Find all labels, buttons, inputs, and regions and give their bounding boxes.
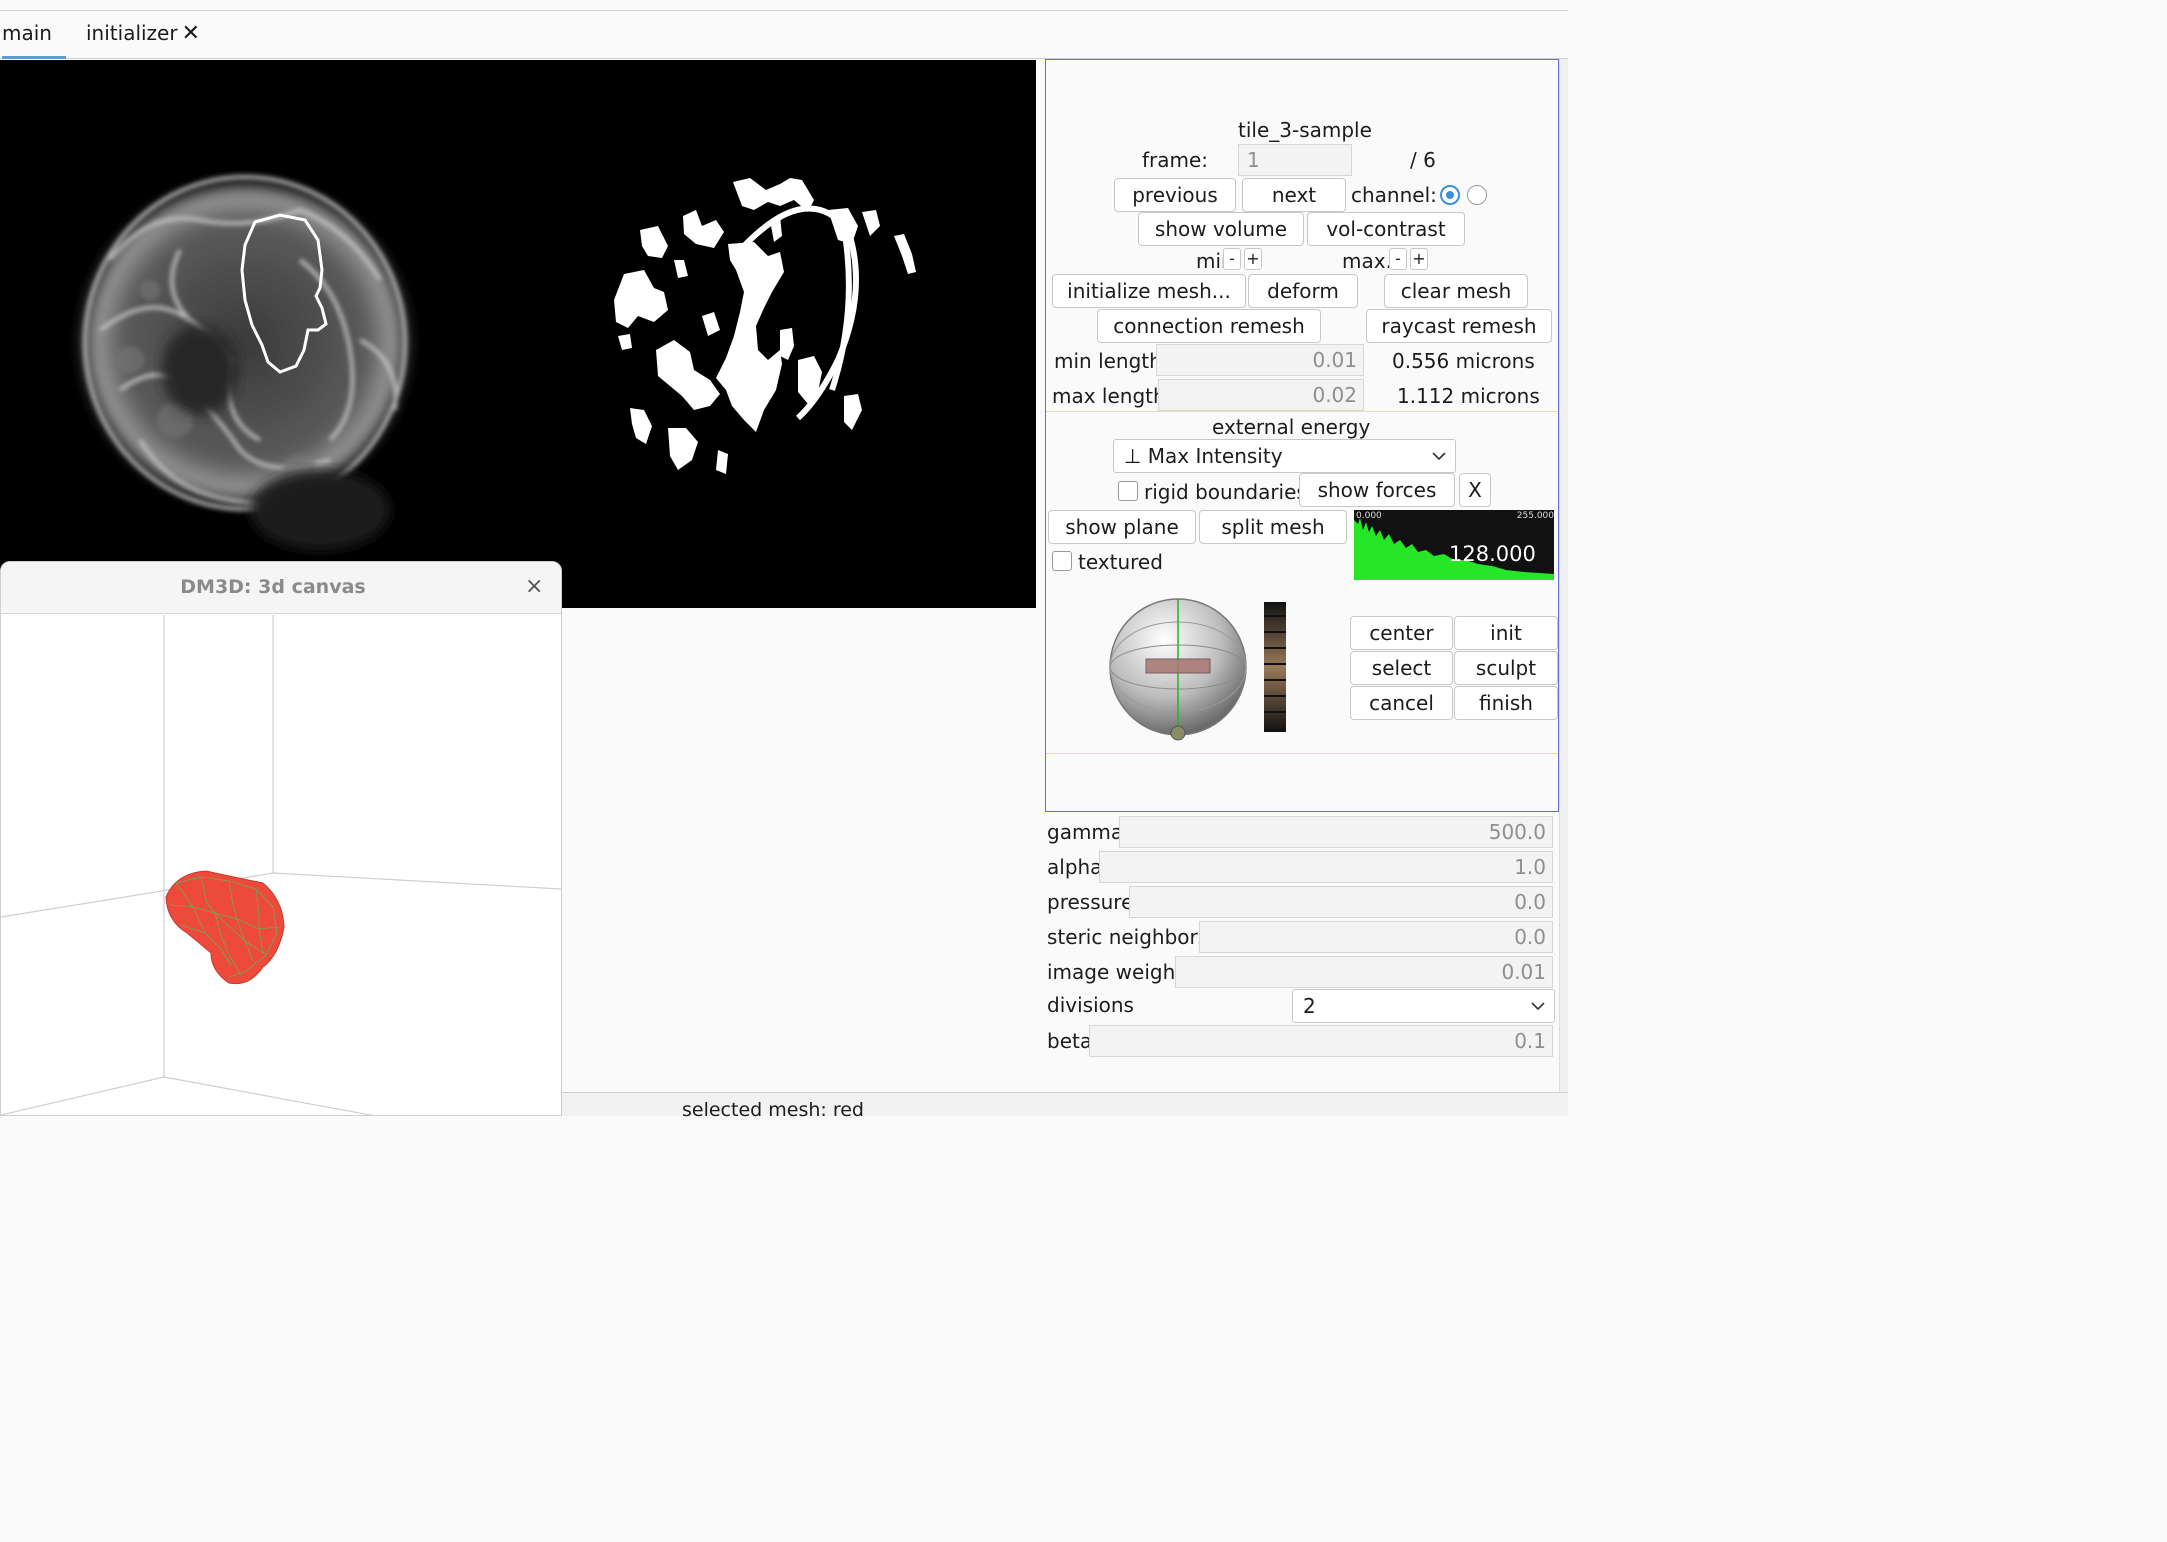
rigid-boundaries-label: rigid boundaries xyxy=(1144,480,1307,504)
max-length-label: max length xyxy=(1052,384,1166,408)
frame-label: frame: xyxy=(1142,148,1209,172)
center-button[interactable]: center xyxy=(1350,616,1453,650)
intensity-histogram[interactable]: 0.000 255.000 128.000 xyxy=(1354,510,1554,580)
param-label: pressure xyxy=(1047,890,1134,914)
separator xyxy=(1046,411,1558,412)
split-mesh-button[interactable]: split mesh xyxy=(1199,510,1347,544)
tab-initializer[interactable]: initializer ✕ xyxy=(86,21,200,59)
beta-field[interactable]: 0.1 xyxy=(1089,1025,1553,1057)
param-row-pressure: pressure 0.0 xyxy=(1047,886,1559,918)
histogram-max-label: 255.000 xyxy=(1516,511,1554,521)
param-row-image-weight: image weight 0.01 xyxy=(1047,956,1559,988)
max-decrease-button[interactable]: - xyxy=(1389,248,1407,270)
tab-initializer-label: initializer xyxy=(86,21,178,45)
connection-remesh-button[interactable]: connection remesh xyxy=(1097,309,1321,343)
image-view-panel[interactable] xyxy=(0,60,1036,608)
channel-radio-1[interactable] xyxy=(1440,185,1460,205)
param-row-beta: beta 0.1 xyxy=(1047,1025,1559,1057)
max-label: max. xyxy=(1342,249,1392,273)
close-icon[interactable]: ✕ xyxy=(182,21,200,46)
next-button[interactable]: next xyxy=(1242,178,1346,212)
clear-mesh-button[interactable]: clear mesh xyxy=(1384,274,1528,308)
tab-main[interactable]: main xyxy=(2,21,66,59)
min-increase-button[interactable]: + xyxy=(1244,248,1262,270)
finish-button[interactable]: finish xyxy=(1454,686,1558,720)
sculpt-button[interactable]: sculpt xyxy=(1454,651,1558,685)
divisions-select[interactable]: 2 xyxy=(1292,989,1555,1023)
3d-canvas-window[interactable]: DM3D: 3d canvas × xyxy=(0,561,562,1116)
textured-label: textured xyxy=(1078,550,1163,574)
status-text: selected mesh: red xyxy=(682,1099,864,1121)
external-energy-value: ⊥ Max Intensity xyxy=(1124,444,1283,468)
empty-area xyxy=(562,608,1046,1092)
vol-contrast-button[interactable]: vol-contrast xyxy=(1307,212,1465,246)
min-length-field[interactable]: 0.01 xyxy=(1156,344,1364,376)
select-button[interactable]: select xyxy=(1350,651,1453,685)
show-forces-button[interactable]: show forces xyxy=(1299,473,1455,507)
window-titlebar[interactable]: DM3D: 3d canvas × xyxy=(1,562,561,614)
channel-label: channel: xyxy=(1351,183,1437,207)
max-length-microns: 1.112 microns xyxy=(1397,384,1540,408)
min-decrease-button[interactable]: - xyxy=(1223,248,1241,270)
steric-neighbors-field[interactable]: 0.0 xyxy=(1199,921,1553,953)
divisions-value: 2 xyxy=(1303,994,1316,1018)
max-increase-button[interactable]: + xyxy=(1410,248,1428,270)
external-energy-select[interactable]: ⊥ Max Intensity xyxy=(1113,439,1456,473)
pressure-field[interactable]: 0.0 xyxy=(1129,886,1553,918)
param-label: beta xyxy=(1047,1029,1093,1053)
param-row-divisions: divisions 2 xyxy=(1047,989,1559,1023)
close-x-button[interactable]: X xyxy=(1459,473,1491,507)
control-panel: tile_3-sample frame: 1 / 6 previous next… xyxy=(1045,59,1559,812)
image-weight-field[interactable]: 0.01 xyxy=(1175,956,1553,988)
tab-bar: main initializer ✕ xyxy=(0,11,1568,59)
frame-field[interactable]: 1 xyxy=(1238,144,1352,176)
textured-checkbox[interactable] xyxy=(1052,551,1072,571)
min-length-microns: 0.556 microns xyxy=(1392,349,1535,373)
separator xyxy=(1046,753,1558,754)
window-title: DM3D: 3d canvas xyxy=(180,576,366,598)
tab-main-label: main xyxy=(2,21,52,45)
rotation-trackball[interactable] xyxy=(1106,597,1250,745)
max-length-field[interactable]: 0.02 xyxy=(1158,379,1364,411)
initialize-mesh-button[interactable]: initialize mesh... xyxy=(1052,274,1246,308)
sample-title: tile_3-sample xyxy=(1238,118,1372,142)
binary-slice-view[interactable] xyxy=(518,60,1036,608)
histogram-min-label: 0.000 xyxy=(1356,511,1382,521)
param-label: divisions xyxy=(1047,993,1134,1017)
cancel-button[interactable]: cancel xyxy=(1350,686,1453,720)
previous-button[interactable]: previous xyxy=(1114,178,1236,212)
param-label: image weight xyxy=(1047,960,1184,984)
external-energy-label: external energy xyxy=(1212,415,1371,439)
histogram-value: 128.000 xyxy=(1449,542,1536,566)
param-row-steric-neighbors: steric neighbors 0.0 xyxy=(1047,921,1559,953)
close-icon[interactable]: × xyxy=(525,574,543,599)
param-label: steric neighbors xyxy=(1047,925,1209,949)
raycast-remesh-button[interactable]: raycast remesh xyxy=(1366,309,1552,343)
show-plane-button[interactable]: show plane xyxy=(1048,510,1196,544)
min-length-label: min length xyxy=(1054,349,1162,373)
frame-total: / 6 xyxy=(1410,148,1436,172)
param-label: alpha xyxy=(1047,855,1103,879)
show-volume-button[interactable]: show volume xyxy=(1138,212,1304,246)
zoom-slider[interactable] xyxy=(1264,602,1286,732)
title-strip xyxy=(0,0,1568,11)
param-row-alpha: alpha 1.0 xyxy=(1047,851,1559,883)
vertical-scrollbar[interactable] xyxy=(1559,59,1568,1092)
gamma-field[interactable]: 500.0 xyxy=(1119,816,1553,848)
grayscale-slice-view[interactable] xyxy=(0,60,518,608)
init-button[interactable]: init xyxy=(1454,616,1558,650)
param-row-gamma: gamma 500.0 xyxy=(1047,816,1559,848)
param-label: gamma xyxy=(1047,820,1124,844)
status-bar: selected mesh: red xyxy=(562,1092,1568,1121)
rigid-boundaries-checkbox[interactable] xyxy=(1118,481,1138,501)
channel-radio-2[interactable] xyxy=(1467,185,1487,205)
3d-canvas[interactable] xyxy=(1,615,561,1116)
deform-button[interactable]: deform xyxy=(1248,274,1358,308)
alpha-field[interactable]: 1.0 xyxy=(1099,851,1553,883)
